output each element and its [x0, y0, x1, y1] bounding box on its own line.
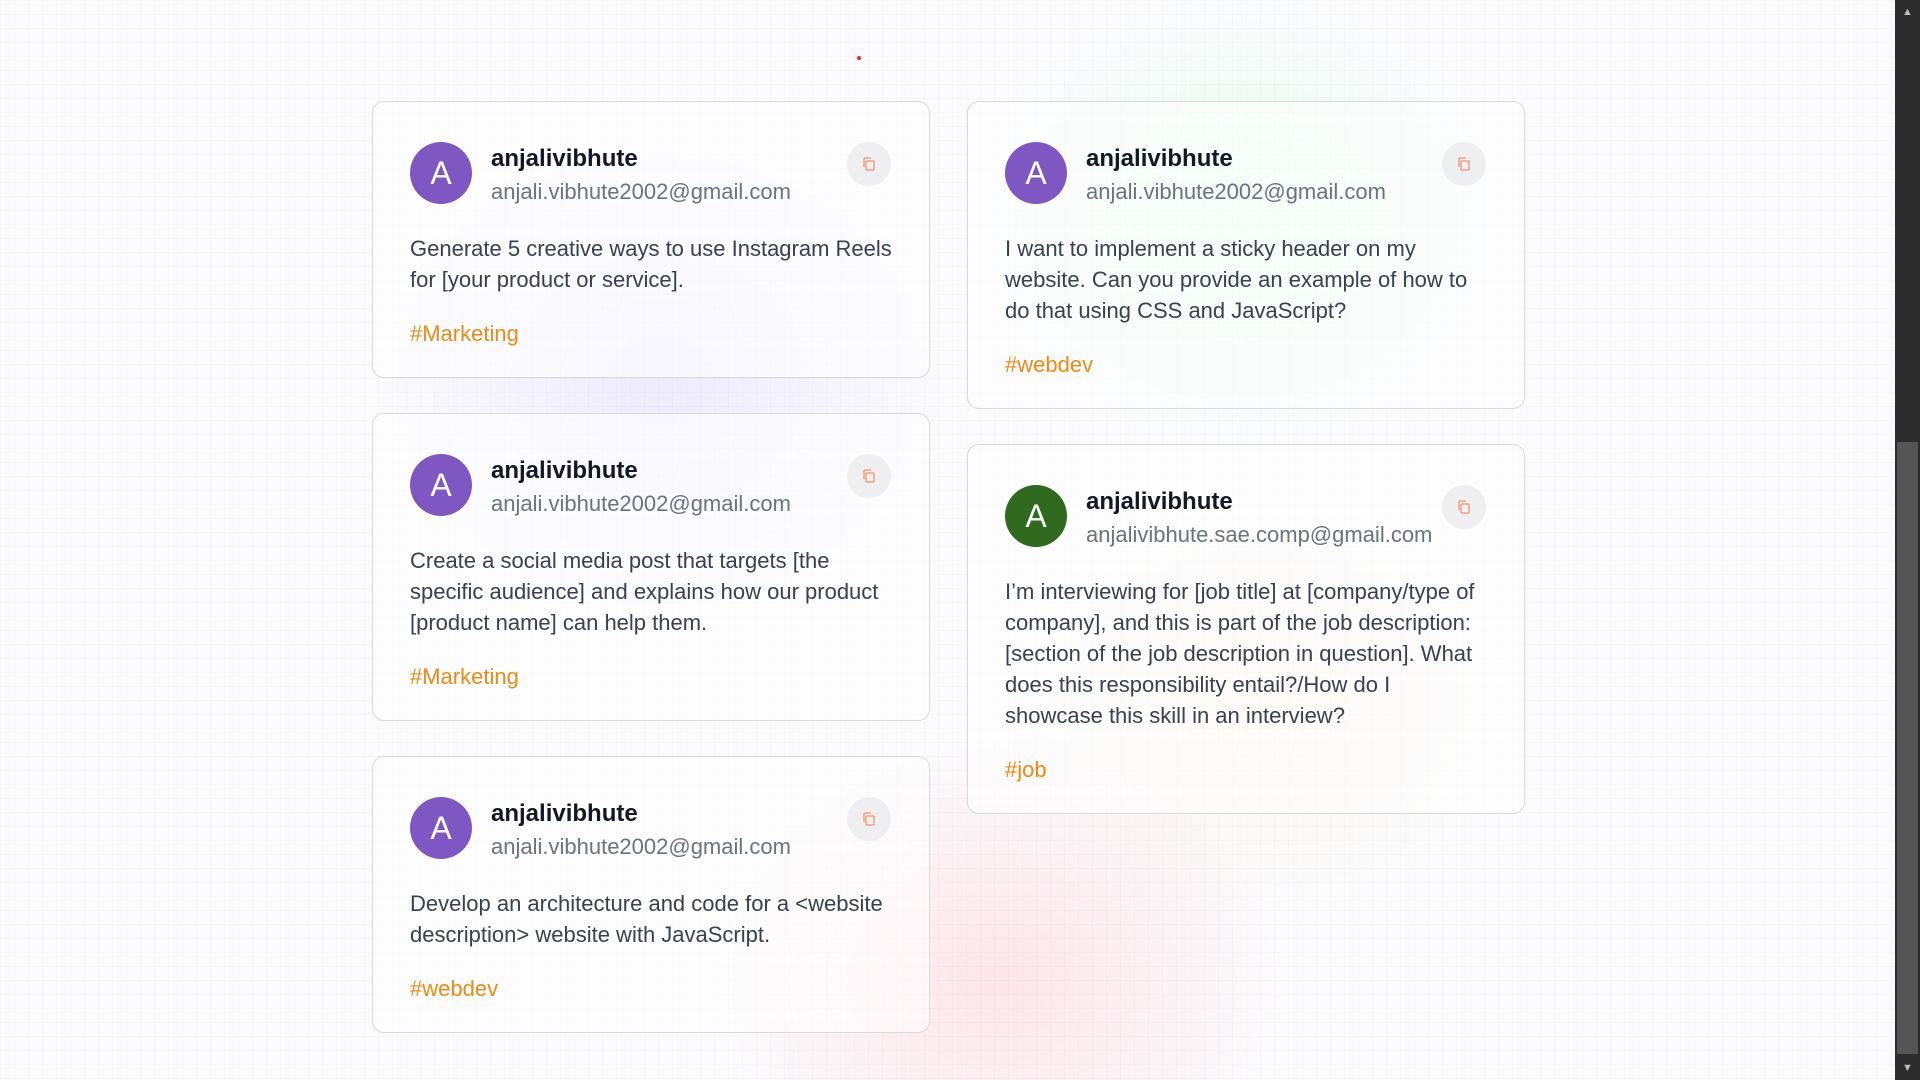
scrollbar-thumb[interactable]: [1897, 442, 1918, 1054]
vertical-scrollbar[interactable]: ▲ ▼: [1895, 0, 1920, 1080]
avatar[interactable]: A: [410, 797, 472, 859]
card-header: A anjalivibhute anjalivibhute.sae.comp@g…: [1005, 485, 1488, 550]
scroll-down-arrow-icon[interactable]: ▼: [1895, 1058, 1920, 1078]
card-header: A anjalivibhute anjali.vibhute2002@gmail…: [410, 797, 893, 862]
prompt-text: Create a social media post that targets …: [410, 548, 879, 635]
copy-button[interactable]: [847, 797, 891, 841]
tag-link[interactable]: #webdev: [410, 974, 498, 1004]
prompt-card: A anjalivibhute anjali.vibhute2002@gmail…: [372, 413, 930, 721]
copy-icon: [1458, 157, 1470, 171]
prompt-text: Generate 5 creative ways to use Instagra…: [410, 236, 892, 292]
avatar[interactable]: A: [410, 454, 472, 516]
prompt-card: A anjalivibhute anjali.vibhute2002@gmail…: [372, 756, 930, 1033]
user-email: anjali.vibhute2002@gmail.com: [491, 179, 791, 204]
user-info[interactable]: anjalivibhute anjali.vibhute2002@gmail.c…: [1086, 142, 1386, 207]
copy-icon: [863, 157, 875, 171]
user-email: anjali.vibhute2002@gmail.com: [1086, 179, 1386, 204]
card-header: A anjalivibhute anjali.vibhute2002@gmail…: [410, 454, 893, 519]
card-header: A anjalivibhute anjali.vibhute2002@gmail…: [410, 142, 893, 207]
copy-icon: [863, 812, 875, 826]
copy-icon: [863, 469, 875, 483]
user-email: anjalivibhute.sae.comp@gmail.com: [1086, 522, 1433, 547]
copy-button[interactable]: [1442, 142, 1486, 186]
username[interactable]: anjalivibhute: [1086, 144, 1386, 174]
username[interactable]: anjalivibhute: [1086, 487, 1432, 517]
username[interactable]: anjalivibhute: [491, 144, 791, 174]
card-header: A anjalivibhute anjali.vibhute2002@gmail…: [1005, 142, 1488, 207]
copy-icon: [1458, 500, 1470, 514]
username[interactable]: anjalivibhute: [491, 799, 791, 829]
user-info[interactable]: anjalivibhute anjali.vibhute2002@gmail.c…: [491, 142, 791, 207]
user-info[interactable]: anjalivibhute anjali.vibhute2002@gmail.c…: [491, 797, 791, 862]
copy-button[interactable]: [847, 454, 891, 498]
avatar[interactable]: A: [410, 142, 472, 204]
avatar[interactable]: A: [1005, 485, 1067, 547]
copy-button[interactable]: [1442, 485, 1486, 529]
user-email: anjali.vibhute2002@gmail.com: [491, 491, 791, 516]
tag-link[interactable]: #Marketing: [410, 662, 519, 692]
prompt-text: I’m interviewing for [job title] at [com…: [1005, 579, 1475, 728]
tag-link[interactable]: #Marketing: [410, 319, 519, 349]
prompt-card: A anjalivibhute anjali.vibhute2002@gmail…: [372, 101, 930, 378]
username[interactable]: anjalivibhute: [491, 456, 791, 486]
avatar[interactable]: A: [1005, 142, 1067, 204]
copy-button[interactable]: [847, 142, 891, 186]
scroll-up-arrow-icon[interactable]: ▲: [1895, 2, 1920, 22]
user-info[interactable]: anjalivibhute anjalivibhute.sae.comp@gma…: [1086, 485, 1432, 550]
tag-link[interactable]: #webdev: [1005, 350, 1093, 380]
loading-dot: [857, 56, 861, 60]
user-email: anjali.vibhute2002@gmail.com: [491, 834, 791, 859]
prompt-text: I want to implement a sticky header on m…: [1005, 236, 1468, 323]
background-grid: [0, 0, 1895, 1080]
prompt-card: A anjalivibhute anjalivibhute.sae.comp@g…: [967, 444, 1525, 814]
user-info[interactable]: anjalivibhute anjali.vibhute2002@gmail.c…: [491, 454, 791, 519]
tag-link[interactable]: #job: [1005, 755, 1047, 785]
prompt-card: A anjalivibhute anjali.vibhute2002@gmail…: [967, 101, 1525, 409]
prompt-text: Develop an architecture and code for a <…: [410, 891, 883, 947]
